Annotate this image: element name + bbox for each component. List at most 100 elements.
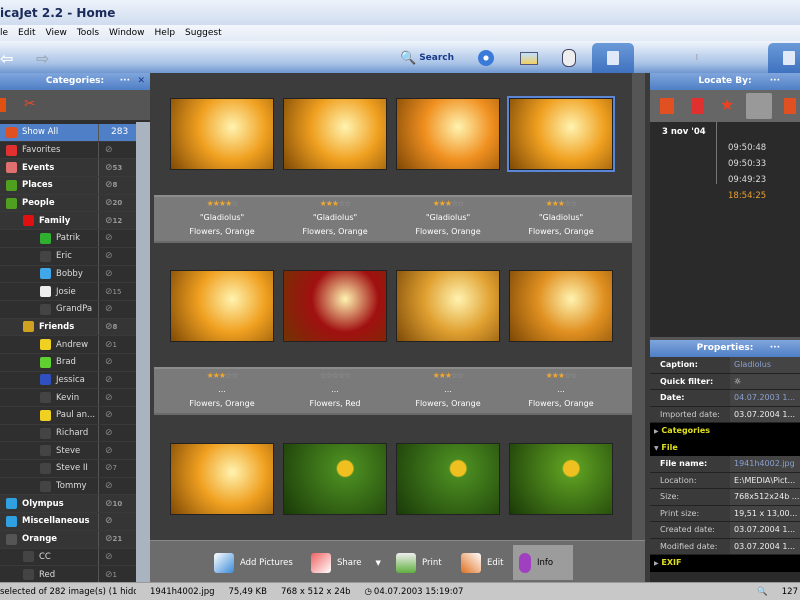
categories-scrollbar[interactable]: [136, 122, 150, 582]
options-icon[interactable]: ···: [770, 340, 780, 357]
category-item[interactable]: Olympus ⊘ 10: [0, 495, 136, 514]
thumbnail[interactable]: [509, 443, 613, 515]
property-value[interactable]: E:\MEDIA\Pict...: [730, 472, 800, 488]
property-value[interactable]: 03.07.2004 1...: [730, 538, 800, 554]
category-item[interactable]: Richard ⊘: [0, 424, 136, 443]
category-item[interactable]: Steve II ⊘ 7: [0, 460, 136, 478]
property-value[interactable]: 768x512x24b ...: [730, 489, 800, 505]
time-node[interactable]: 18:54:25: [728, 191, 766, 201]
category-item[interactable]: Patrik ⊘: [0, 230, 136, 248]
menu-item-suggest[interactable]: Suggest: [185, 28, 222, 38]
category-item[interactable]: Jessica ⊘: [0, 371, 136, 390]
disc-button[interactable]: [478, 45, 494, 71]
category-item[interactable]: Orange ⊘ 21: [0, 530, 136, 549]
category-item[interactable]: Events ⊘ 53: [0, 159, 136, 178]
date-brush-icon[interactable]: [746, 93, 772, 119]
date-node[interactable]: 3 nov '04: [662, 127, 706, 137]
star-icon[interactable]: ★: [720, 95, 734, 114]
scissors-icon[interactable]: ✂: [24, 96, 36, 112]
category-item[interactable]: Andrew ⊘ 1: [0, 336, 136, 354]
category-item[interactable]: Bobby ⊘: [0, 265, 136, 284]
thumbnail[interactable]: [507, 96, 615, 172]
time-node[interactable]: 09:50:48: [728, 143, 766, 153]
folder-icon[interactable]: [660, 98, 674, 114]
close-icon[interactable]: ✕: [137, 73, 145, 90]
property-value[interactable]: ☼: [730, 373, 800, 389]
thumbnail-scrollbar[interactable]: [632, 73, 645, 540]
chevron-down-icon[interactable]: ▼: [376, 559, 381, 567]
calendar-icon[interactable]: [691, 98, 703, 114]
menu-item-tools[interactable]: Tools: [77, 28, 99, 38]
property-section[interactable]: ▶ Categories: [650, 423, 800, 440]
category-item[interactable]: Tommy ⊘: [0, 477, 136, 496]
thumbnail[interactable]: [396, 443, 500, 515]
category-item[interactable]: People ⊘ 20: [0, 194, 136, 213]
category-item[interactable]: Friends ⊘ 8: [0, 318, 136, 337]
category-item[interactable]: Paul an... ⊘: [0, 407, 136, 425]
category-item[interactable]: Miscellaneous ⊘: [0, 513, 136, 531]
property-value[interactable]: 04.07.2003 1...: [730, 390, 800, 406]
rating-stars[interactable]: ★★★☆☆: [506, 197, 616, 211]
menu-item-window[interactable]: Window: [109, 28, 145, 38]
edit-button[interactable]: Edit: [455, 547, 509, 579]
share-button[interactable]: Share ▼: [305, 547, 387, 579]
menu-item-help[interactable]: Help: [155, 28, 176, 38]
category-item[interactable]: Eric ⊘: [0, 247, 136, 266]
rating-stars[interactable]: ★★★☆☆: [393, 369, 503, 383]
info-button[interactable]: Info: [513, 545, 573, 580]
rating-stars[interactable]: ★★★☆☆: [167, 369, 277, 383]
time-node[interactable]: 09:50:33: [728, 159, 766, 169]
thumbnail[interactable]: [509, 270, 613, 342]
add-pictures-button[interactable]: Add Pictures: [208, 547, 299, 579]
category-item[interactable]: Kevin ⊘: [0, 389, 136, 407]
property-value[interactable]: 03.07.2004 1...: [730, 522, 800, 538]
category-item[interactable]: Places ⊘ 8: [0, 177, 136, 195]
panel-toggle-button[interactable]: [592, 43, 634, 73]
category-item[interactable]: Family ⊘ 12: [0, 212, 136, 231]
category-item[interactable]: Favorites ⊘: [0, 141, 136, 160]
thumbnail[interactable]: [396, 98, 500, 170]
category-item[interactable]: Steve ⊘: [0, 442, 136, 461]
thumbnail[interactable]: [283, 98, 387, 170]
property-section[interactable]: ▶ EXIF: [650, 555, 800, 572]
thumbnail[interactable]: [170, 443, 274, 515]
category-label: Paul an...: [56, 410, 96, 421]
options-icon[interactable]: ···: [120, 73, 130, 90]
thumbnail[interactable]: [170, 270, 274, 342]
category-item[interactable]: Josie ⊘ 15: [0, 283, 136, 301]
thumbnail[interactable]: [396, 270, 500, 342]
property-section[interactable]: ▼ File: [650, 439, 800, 456]
rating-stars[interactable]: ★★★☆☆: [280, 197, 390, 211]
rating-stars[interactable]: ★★★★☆: [167, 197, 277, 211]
back-button[interactable]: ⇦: [0, 45, 13, 71]
rating-stars[interactable]: ☆☆☆☆☆: [280, 369, 390, 383]
panel-toggle-button-right[interactable]: [768, 43, 800, 73]
property-value[interactable]: Gladiolus: [730, 357, 800, 373]
category-item[interactable]: Brad ⊘: [0, 353, 136, 372]
property-value[interactable]: 03.07.2004 1...: [730, 406, 800, 422]
menu-item-view[interactable]: View: [45, 28, 66, 38]
menu-item-edit[interactable]: Edit: [18, 28, 35, 38]
thumbnail[interactable]: [170, 98, 274, 170]
wizard-button[interactable]: [562, 45, 576, 71]
tag-icon[interactable]: [784, 98, 796, 114]
menu-item-le[interactable]: le: [0, 28, 8, 38]
time-node[interactable]: 09:49:23: [728, 175, 766, 185]
category-icon: [6, 533, 17, 545]
rating-stars[interactable]: ★★★☆☆: [506, 369, 616, 383]
property-value[interactable]: 19,51 x 13,00...: [730, 505, 800, 521]
thumbnail[interactable]: [283, 270, 387, 342]
category-add-icon[interactable]: [0, 98, 6, 112]
forward-button[interactable]: ⇨: [36, 45, 49, 71]
category-item[interactable]: CC ⊘: [0, 548, 136, 567]
thumbnail[interactable]: [283, 443, 387, 515]
picture-button[interactable]: [520, 45, 538, 71]
property-value[interactable]: 1941h4002.jpg: [730, 456, 800, 472]
category-item[interactable]: GrandPa ⊘: [0, 300, 136, 319]
rating-stars[interactable]: ★★★☆☆: [393, 197, 503, 211]
category-item[interactable]: Show All 283: [0, 124, 136, 142]
print-button[interactable]: Print: [390, 547, 448, 579]
back-arrow-icon: ⇦: [0, 48, 14, 68]
search-button[interactable]: 🔍 Search: [400, 45, 454, 71]
options-icon[interactable]: ···: [770, 73, 780, 90]
